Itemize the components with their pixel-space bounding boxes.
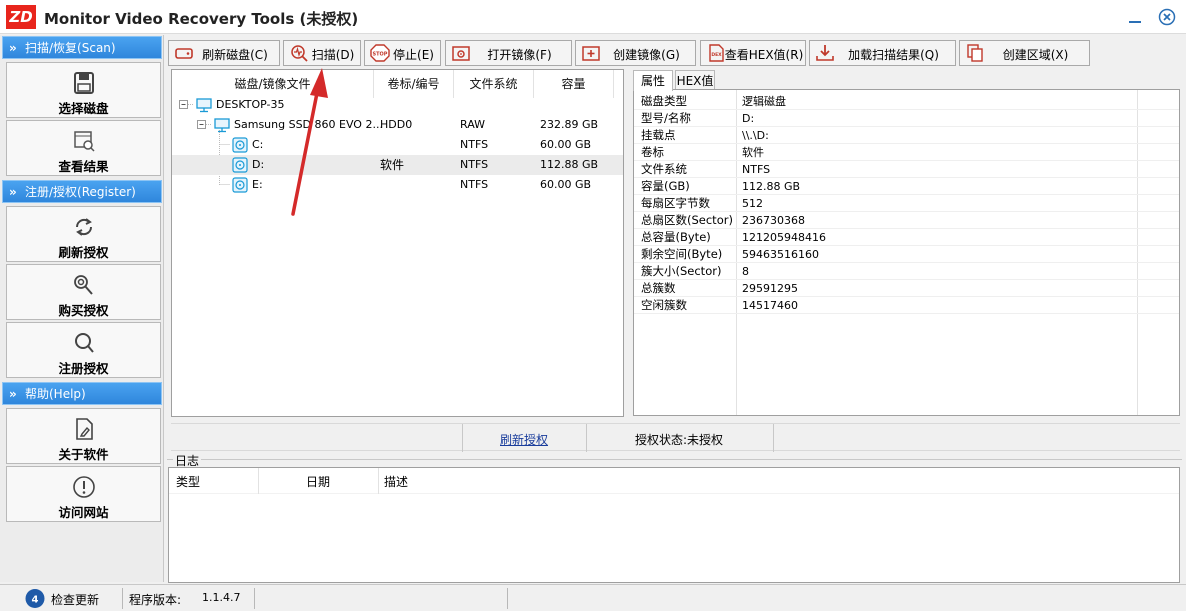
section-header-scan[interactable]: » 扫描/恢复(Scan) xyxy=(2,36,162,59)
load-scan-results-button[interactable]: 加载扫描结果(Q) xyxy=(809,40,956,66)
property-row: 挂载点 \\.\D: xyxy=(634,127,1179,144)
divider xyxy=(122,588,123,609)
property-row: 剩余空间(Byte) 59463516160 xyxy=(634,246,1179,263)
tab-properties[interactable]: 属性 xyxy=(633,70,673,91)
log-col-type[interactable]: 类型 xyxy=(176,473,200,490)
divider xyxy=(254,588,255,609)
open-image-button[interactable]: 打开镜像(F) xyxy=(445,40,572,66)
col-header-filesystem[interactable]: 文件系统 xyxy=(454,70,534,98)
property-row: 总扇区数(Sector) 236730368 xyxy=(634,212,1179,229)
divider xyxy=(462,424,463,452)
tree-row-volume-c[interactable]: C: NTFS 60.00 GB xyxy=(172,135,623,155)
divider xyxy=(773,424,774,452)
sidebar: » 扫描/恢复(Scan) 选择磁盘 查看结果 » 注册/授权(Register) … xyxy=(0,35,164,582)
view-hex-button[interactable]: DEX 查看HEX值(R) xyxy=(700,40,806,66)
section-header-register[interactable]: » 注册/授权(Register) xyxy=(2,180,162,203)
magnify-icon xyxy=(74,333,94,353)
tree-row-volume-d[interactable]: D: 软件 NTFS 112.88 GB xyxy=(172,155,623,175)
chevron-down-icon: » xyxy=(9,185,17,199)
log-col-description[interactable]: 描述 xyxy=(384,473,408,490)
close-button[interactable] xyxy=(1156,6,1178,28)
property-row: 型号/名称 D: xyxy=(634,110,1179,127)
key-icon xyxy=(73,275,93,295)
stop-button[interactable]: STOP 停止(E) xyxy=(364,40,441,66)
register-license-button[interactable]: 注册授权 xyxy=(6,322,161,378)
version-label: 程序版本: xyxy=(129,593,182,607)
property-row: 总簇数 29591295 xyxy=(634,280,1179,297)
check-update-button[interactable]: 检查更新 xyxy=(51,591,99,608)
property-row: 总容量(Byte) 121205948416 xyxy=(634,229,1179,246)
refresh-disk-button[interactable]: 刷新磁盘(C) xyxy=(168,40,280,66)
divider xyxy=(258,468,259,494)
svg-text:4: 4 xyxy=(32,595,39,606)
property-row: 卷标 软件 xyxy=(634,144,1179,161)
minimize-icon xyxy=(1129,21,1141,23)
refresh-license-button[interactable]: 刷新授权 xyxy=(6,206,161,262)
scan-button[interactable]: 扫描(D) xyxy=(283,40,361,66)
monitor-icon xyxy=(214,118,230,133)
divider xyxy=(378,468,379,494)
disk-icon xyxy=(73,72,94,94)
log-panel: 类型 日期 描述 xyxy=(168,467,1180,583)
status-bar: 4 检查更新 程序版本: 1.1.4.7 xyxy=(0,584,1186,611)
property-row: 文件系统 NTFS xyxy=(634,161,1179,178)
update-icon: 4 xyxy=(25,589,45,608)
tree-row-hdd[interactable]: Samsung SSD 860 EVO 2... HDD0 RAW 232.89… xyxy=(172,115,623,135)
refresh-icon xyxy=(75,218,92,236)
view-results-button[interactable]: 查看结果 xyxy=(6,120,161,176)
property-row: 簇大小(Sector) 8 xyxy=(634,263,1179,280)
refresh-license-link[interactable]: 刷新授权 xyxy=(500,431,548,448)
property-row: 空闲簇数 14517460 xyxy=(634,297,1179,314)
volume-icon xyxy=(232,157,248,173)
volume-icon xyxy=(232,137,248,153)
info-icon xyxy=(72,476,95,498)
app-logo: ZD xyxy=(6,5,36,29)
tab-hex[interactable]: HEX值 xyxy=(675,70,715,90)
property-row: 磁盘类型 逻辑磁盘 xyxy=(634,93,1179,110)
volume-icon xyxy=(232,177,248,193)
about-software-button[interactable]: 关于软件 xyxy=(6,408,161,464)
log-col-date[interactable]: 日期 xyxy=(306,473,330,490)
computer-icon xyxy=(196,98,212,113)
properties-panel: 磁盘类型 逻辑磁盘 型号/名称 D: 挂载点 \\.\D: 卷标 软件 文件系统 NTFS… xyxy=(633,89,1180,416)
title-bar: ZD Monitor Video Recovery Tools (未授权) xyxy=(0,0,1186,34)
col-header-capacity[interactable]: 容量 xyxy=(534,70,614,98)
chevron-down-icon: » xyxy=(9,387,17,401)
create-region-button[interactable]: 创建区域(X) xyxy=(959,40,1090,66)
chevron-down-icon: » xyxy=(9,41,17,55)
version-value: 1.1.4.7 xyxy=(202,591,241,604)
disk-tree-panel: 磁盘/镜像文件 卷标/编号 文件系统 容量 DESKTOP-35 Samsung… xyxy=(171,69,624,417)
select-disk-button[interactable]: 选择磁盘 xyxy=(6,62,161,118)
tree-row-computer[interactable]: DESKTOP-35 xyxy=(172,95,623,115)
col-header-label[interactable]: 卷标/编号 xyxy=(374,70,454,98)
license-bar: 刷新授权 授权状态:未授权 xyxy=(171,423,1180,452)
close-icon xyxy=(1158,8,1176,26)
divider xyxy=(507,588,508,609)
tree-row-volume-e[interactable]: E: NTFS 60.00 GB xyxy=(172,175,623,195)
license-status: 授权状态:未授权 xyxy=(635,433,724,447)
create-image-button[interactable]: 创建镜像(G) xyxy=(575,40,696,66)
property-row: 容量(GB) 112.88 GB xyxy=(634,178,1179,195)
document-icon xyxy=(75,418,93,440)
section-header-help[interactable]: » 帮助(Help) xyxy=(2,382,162,405)
visit-website-button[interactable]: 访问网站 xyxy=(6,466,161,522)
property-row: 每扇区字节数 512 xyxy=(634,195,1179,212)
buy-license-button[interactable]: 购买授权 xyxy=(6,264,161,320)
minimize-button[interactable] xyxy=(1124,6,1146,28)
view-results-icon xyxy=(73,131,95,152)
log-header: 类型 日期 描述 xyxy=(169,468,1179,494)
divider xyxy=(586,424,587,452)
window-title: Monitor Video Recovery Tools (未授权) xyxy=(44,10,359,28)
